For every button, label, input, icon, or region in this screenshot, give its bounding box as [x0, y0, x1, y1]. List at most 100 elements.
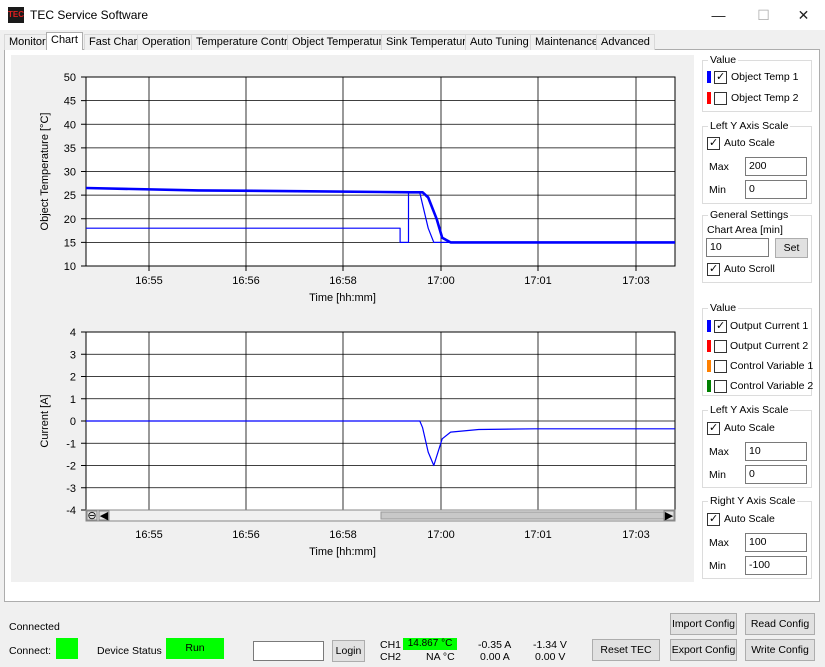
x-axis-label: Time [hh:mm] — [309, 546, 376, 558]
set-button[interactable]: Set — [775, 238, 808, 258]
chart-area: 50 45 40 35 30 25 20 15 10 16:55 16:56 16:58 17:00 17… — [11, 55, 694, 582]
y-axis-label: Current [A] — [39, 394, 51, 447]
x-tick-label: 17:03 — [622, 275, 650, 287]
right-auto-scale-checkbox[interactable] — [707, 512, 720, 526]
x-axis-label: Time [hh:mm] — [309, 292, 376, 304]
temp-auto-scale-checkbox[interactable] — [707, 136, 720, 150]
y-tick-label: 25 — [64, 190, 76, 202]
right-y-title: Right Y Axis Scale — [708, 495, 798, 507]
scroll-left-icon: ◀ — [100, 510, 109, 522]
ch2-voltage: 0.00 V — [535, 651, 566, 663]
temp-left-y-title: Left Y Axis Scale — [708, 120, 791, 132]
right-min-label: Min — [709, 560, 726, 572]
tab-temperature-control[interactable]: Temperature Control — [191, 34, 302, 50]
reset-tec-button[interactable]: Reset TEC — [592, 639, 660, 661]
tab-advanced[interactable]: Advanced — [596, 34, 655, 50]
current-max-input[interactable]: 10 — [745, 442, 807, 461]
current-auto-scale-label: Auto Scale — [724, 422, 775, 434]
temp-value-group: Value Object Temp 1 Object Temp 2 — [702, 54, 812, 112]
control-variable-1-swatch — [707, 360, 711, 372]
write-config-button[interactable]: Write Config — [745, 639, 815, 661]
output-current-2-label: Output Current 2 — [730, 340, 809, 352]
auto-scroll-checkbox[interactable] — [707, 262, 720, 276]
x-tick-label: 16:56 — [232, 275, 260, 287]
read-config-button[interactable]: Read Config — [745, 613, 815, 635]
current-auto-scale-checkbox[interactable] — [707, 421, 720, 435]
export-config-button[interactable]: Export Config — [670, 639, 737, 661]
current-value-group: Value Output Current 1 Output Current 2 … — [702, 302, 814, 396]
current-max-label: Max — [709, 446, 729, 458]
close-button[interactable]: ✕ — [781, 0, 825, 30]
object-temp-1-label: Object Temp 1 — [731, 71, 799, 83]
ch1-voltage: -1.34 V — [533, 639, 567, 651]
tab-maintenance[interactable]: Maintenance — [530, 34, 603, 50]
ch1-label: CH1 — [380, 639, 402, 651]
y-tick-label: 1 — [70, 394, 76, 406]
right-y-group: Right Y Axis Scale Auto Scale Max 100 Mi… — [702, 495, 812, 579]
ch1-current: -0.35 A — [478, 639, 512, 651]
control-variable-2-checkbox[interactable] — [714, 380, 727, 393]
connect-indicator[interactable] — [56, 638, 78, 659]
temp-max-input[interactable]: 200 — [745, 157, 807, 176]
temp-max-label: Max — [709, 161, 729, 173]
x-tick-label: 17:03 — [622, 529, 650, 541]
control-variable-1-checkbox[interactable] — [714, 360, 727, 373]
charts-svg: 50454035302520151016:55 16:56 16:58 17:00 17… — [39, 72, 676, 558]
y-tick-label: 2 — [70, 372, 76, 384]
control-variable-1-label: Control Variable 1 — [730, 360, 814, 372]
current-value-title: Value — [708, 302, 739, 314]
import-config-button[interactable]: Import Config — [670, 613, 737, 635]
minimize-button[interactable]: — — [696, 0, 741, 30]
chart-area-input[interactable]: 10 — [706, 238, 769, 257]
maximize-button[interactable]: ☐ — [741, 0, 786, 30]
run-status-indicator: Run — [166, 638, 224, 659]
right-max-input[interactable]: 100 — [745, 533, 807, 552]
temp-left-y-group: Left Y Axis Scale Auto Scale Max 200 Min… — [702, 120, 812, 204]
current-min-input[interactable]: 0 — [745, 465, 807, 484]
object-temp-2-label: Object Temp 2 — [731, 92, 799, 104]
general-settings-title: General Settings — [708, 209, 791, 221]
x-tick-label: 17:01 — [524, 275, 552, 287]
connection-status-text: Connected — [9, 621, 60, 633]
temp-min-input[interactable]: 0 — [745, 180, 807, 199]
y-tick-label: 10 — [64, 261, 76, 273]
output-current-1-checkbox[interactable] — [714, 319, 727, 333]
tab-auto-tuning[interactable]: Auto Tuning — [465, 34, 534, 50]
right-max-label: Max — [709, 537, 729, 549]
scrollbar-thumb — [380, 511, 665, 520]
right-min-input[interactable]: -100 — [745, 556, 807, 575]
login-input[interactable] — [253, 641, 324, 661]
scroll-right-icon: ▶ — [665, 510, 674, 522]
y-axis-label: Object Temperature [°C] — [39, 113, 51, 231]
y-tick-label: -2 — [66, 461, 76, 473]
temp-min-label: Min — [709, 184, 726, 196]
tab-chart[interactable]: Chart — [46, 32, 83, 50]
y-tick-label: 45 — [64, 96, 76, 108]
y-tick-label: 30 — [64, 167, 76, 179]
y-tick-label: 35 — [64, 143, 76, 155]
tab-operation[interactable]: Operation — [137, 34, 196, 50]
y-tick-label: 40 — [64, 119, 76, 131]
object-temp-2-swatch — [707, 92, 711, 104]
x-tick-label: 17:01 — [524, 529, 552, 541]
tab-sink-temperature[interactable]: Sink Temperature — [381, 34, 478, 50]
title-bar: TEC TEC Service Software — ☐ ✕ — [0, 0, 825, 30]
y-tick-label: 15 — [64, 237, 76, 249]
chart-area-label: Chart Area [min] — [707, 224, 783, 236]
login-button[interactable]: Login — [332, 640, 365, 662]
output-current-2-checkbox[interactable] — [714, 340, 727, 353]
y-tick-label: 4 — [70, 327, 76, 339]
object-temp-2-checkbox[interactable] — [714, 92, 727, 105]
app-icon: TEC — [8, 7, 24, 23]
control-variable-2-label: Control Variable 2 — [730, 380, 814, 392]
window-title: TEC Service Software — [30, 8, 149, 22]
auto-scroll-label: Auto Scroll — [724, 263, 775, 275]
ch2-current: 0.00 A — [480, 651, 510, 663]
output-current-1-swatch — [707, 320, 711, 332]
connect-label: Connect: — [9, 645, 52, 657]
tab-monitor[interactable]: Monitor — [4, 34, 51, 50]
object-temp-1-checkbox[interactable] — [714, 70, 727, 84]
x-tick-label: 17:00 — [427, 529, 455, 541]
current-left-y-title: Left Y Axis Scale — [708, 404, 791, 416]
tab-object-temperature[interactable]: Object Temperature — [287, 34, 394, 50]
